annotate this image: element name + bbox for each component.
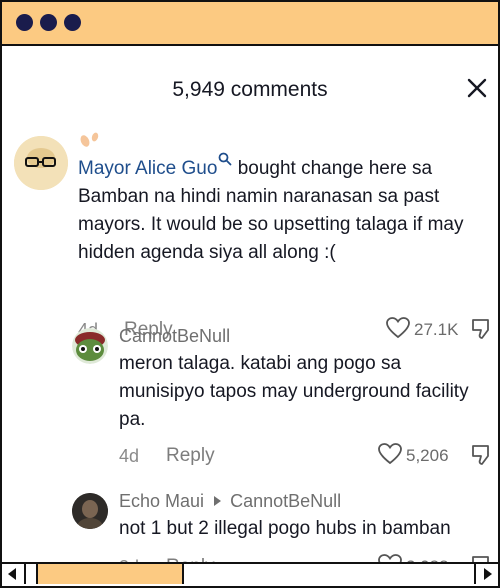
comments-panel: 5,949 comments Mayor Alice Guo bought ch…: [2, 46, 498, 566]
comment-text: bought change here sa: [237, 158, 433, 179]
avatar-frog-icon: [72, 328, 108, 364]
mention-link[interactable]: Mayor Alice Guo: [78, 158, 217, 179]
comment-age: 4d: [119, 446, 140, 466]
avatar[interactable]: [72, 328, 108, 364]
reply-header: Echo Maui CannotBeNull: [119, 491, 341, 512]
horizontal-scrollbar[interactable]: [2, 562, 498, 586]
comment-text-line: Bamban na hindi namin naranasan sa past: [78, 186, 440, 207]
comment-username[interactable]: Echo Maui: [119, 491, 204, 511]
reply-comment-item: Echo Maui CannotBeNull not 1 but 2 illeg…: [2, 491, 498, 566]
comment-text-line: munisipyo tapos may underground facility: [119, 381, 469, 402]
avatar-photo-icon: [72, 493, 108, 529]
reply-comment-item: CannotBeNull meron talaga. katabi ang po…: [2, 326, 498, 486]
browser-window: 5,949 comments Mayor Alice Guo bought ch…: [0, 0, 500, 588]
comment-text-line: pa.: [119, 409, 146, 430]
comment-text-line: hidden agenda siya all along :(: [78, 242, 336, 263]
comment-text-line: mayors. It would be so upsetting talaga …: [78, 214, 464, 235]
arrow-left-icon: [8, 568, 16, 580]
comment-body: Mayor Alice Guo bought change here sa Ba…: [78, 152, 498, 267]
reply-button[interactable]: Reply: [166, 445, 215, 467]
reply-to-username[interactable]: CannotBeNull: [230, 491, 341, 511]
arrow-right-icon: [484, 568, 492, 580]
comment-text-line: not 1 but 2 illegal pogo hubs in bamban: [119, 518, 451, 539]
comments-count-title: 5,949 comments: [172, 78, 328, 101]
avatar-face-icon: [14, 136, 68, 190]
window-control-dot-1[interactable]: [16, 14, 33, 31]
window-control-dot-3[interactable]: [64, 14, 81, 31]
scroll-right-button[interactable]: [474, 564, 498, 584]
window-control-dot-2[interactable]: [40, 14, 57, 31]
scroll-left-button[interactable]: [2, 564, 26, 584]
comment-text-line: meron talaga. katabi ang pogo sa: [119, 353, 402, 374]
like-count: 5,206: [406, 446, 449, 465]
comment-body: not 1 but 2 illegal pogo hubs in bamban: [119, 515, 497, 543]
heart-icon[interactable]: [377, 442, 403, 466]
reply-arrow-icon: [214, 496, 222, 506]
avatar[interactable]: [14, 136, 68, 190]
comment-first-line: Mayor Alice Guo bought change here sa: [78, 152, 498, 183]
comment-item: Mayor Alice Guo bought change here sa Ba…: [2, 130, 498, 340]
comment-body: meron talaga. katabi ang pogo sa munisip…: [119, 350, 497, 434]
scrollbar-track[interactable]: [26, 564, 474, 584]
emoji-reaction-icon: [80, 132, 99, 147]
avatar[interactable]: [72, 493, 108, 529]
comment-username[interactable]: CannotBeNull: [119, 326, 230, 347]
close-icon[interactable]: [465, 76, 489, 100]
search-icon[interactable]: [218, 152, 232, 166]
dislike-icon[interactable]: [470, 443, 492, 467]
scrollbar-thumb[interactable]: [36, 564, 184, 584]
window-titlebar: [2, 2, 498, 46]
